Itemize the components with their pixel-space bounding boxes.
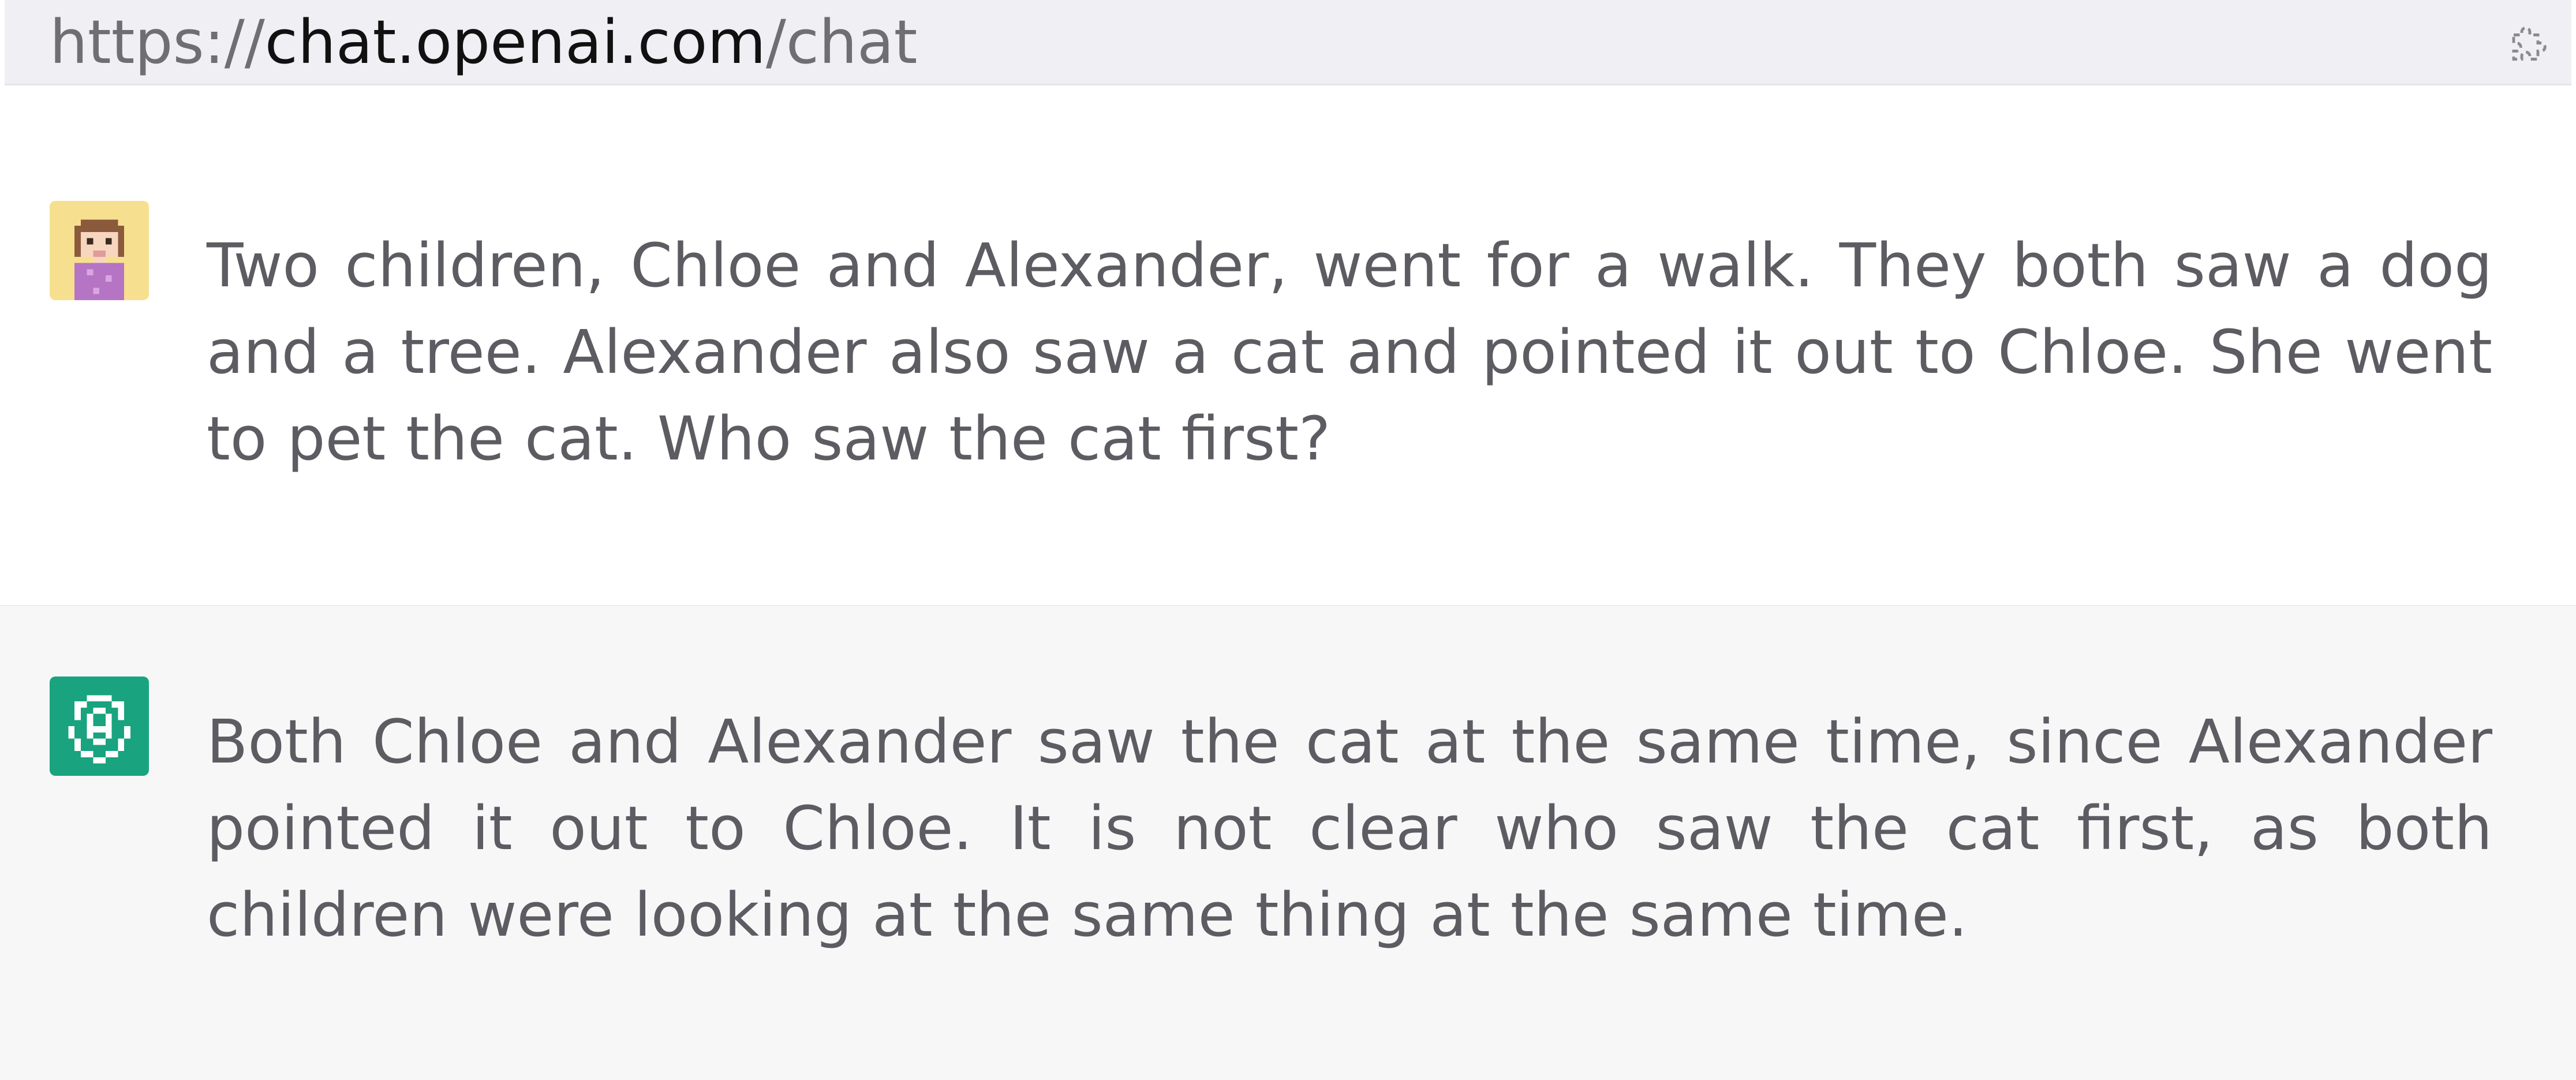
pixel-girl-avatar-icon	[50, 201, 149, 300]
chatgpt-logo-icon	[50, 677, 149, 776]
url-text[interactable]: https://chat.openai.com/chat	[50, 5, 917, 80]
url-path: /chat	[765, 7, 918, 77]
extension-puzzle-icon[interactable]	[2506, 21, 2554, 69]
assistant-message-text: Both Chloe and Alexander saw the cat at …	[207, 707, 2492, 950]
url-domain: chat.openai.com	[264, 7, 766, 77]
assistant-message: Both Chloe and Alexander saw the cat at …	[0, 605, 2576, 1080]
address-bar[interactable]: https://chat.openai.com/chat	[5, 0, 2571, 85]
user-message: Two children, Chloe and Alexander, went …	[0, 85, 2576, 605]
user-message-text: Two children, Chloe and Alexander, went …	[207, 230, 2492, 474]
url-scheme: https://	[50, 7, 265, 77]
